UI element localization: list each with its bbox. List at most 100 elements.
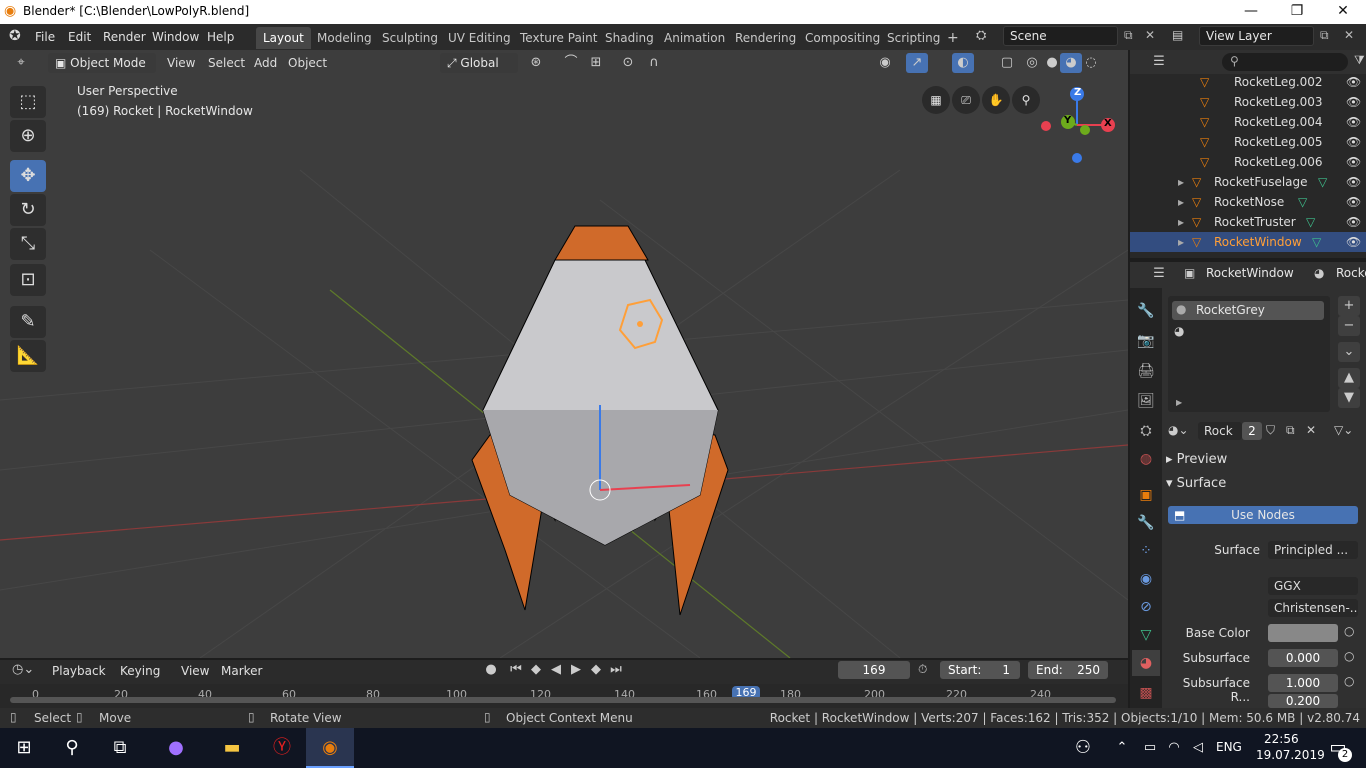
clock-date[interactable]: 19.07.2019 — [1256, 748, 1325, 762]
subsurface-method-dropdown[interactable]: Christensen-... — [1268, 599, 1358, 617]
outliner-item[interactable]: ▸ ▽ RocketFuselage ▽ 👁 — [1130, 172, 1366, 192]
user-count[interactable]: 2 — [1242, 422, 1262, 440]
eye-icon[interactable]: 👁 — [1346, 212, 1361, 232]
menu-select[interactable]: Select — [202, 53, 251, 73]
orientation-dropdown[interactable]: ⤢ Global — [440, 53, 518, 73]
eye-icon[interactable]: 👁 — [1346, 152, 1361, 172]
gizmo-toggle-icon[interactable]: ↗ — [906, 53, 928, 73]
3d-viewport[interactable]: Z X Y ⌖ ▣ Object Mode View Select Add Ob… — [0, 50, 1128, 658]
add-workspace-icon[interactable]: + — [940, 27, 966, 49]
close-button[interactable]: ✕ — [1320, 0, 1366, 24]
eye-icon[interactable]: 👁 — [1346, 172, 1361, 192]
blender-menu-icon[interactable]: ✪ — [9, 28, 21, 44]
record-icon[interactable]: ● — [480, 660, 502, 680]
file-explorer-icon[interactable]: ▬ — [208, 728, 256, 768]
show-hidden-icons[interactable]: ⌃ — [1110, 728, 1134, 768]
tab-rendering[interactable]: Rendering — [728, 27, 803, 49]
distribution-dropdown[interactable]: GGX — [1268, 577, 1358, 595]
annotate-tool-icon[interactable]: ✎ — [10, 306, 46, 338]
scene-field[interactable]: Scene — [1003, 26, 1118, 46]
maximize-button[interactable]: ❐ — [1274, 0, 1320, 24]
tab-modeling[interactable]: Modeling — [310, 27, 379, 49]
base-color-swatch[interactable] — [1268, 624, 1338, 642]
new-scene-icon[interactable]: ⧉ — [1124, 28, 1133, 43]
texture-tab-icon[interactable]: ▩ — [1132, 680, 1160, 706]
tab-shading[interactable]: Shading — [598, 27, 661, 49]
move-slot-down-icon[interactable]: ▼ — [1338, 388, 1360, 408]
zoom-view-icon[interactable]: ⚲ — [1012, 86, 1040, 114]
unlink-material-icon[interactable]: ✕ — [1306, 423, 1316, 437]
outliner-item[interactable]: ▸ ▽ RocketTruster ▽ 👁 — [1130, 212, 1366, 232]
current-frame-field[interactable]: 169 — [838, 661, 910, 679]
new-view-layer-icon[interactable]: ⧉ — [1320, 28, 1329, 43]
duplicate-material-icon[interactable]: ⧉ — [1286, 423, 1295, 438]
timeline-editor-icon[interactable]: ◷⌄ — [12, 660, 34, 680]
outliner-item[interactable]: ▽ RocketLeg.002 👁 — [1130, 72, 1366, 92]
outliner-item-selected[interactable]: ▸ ▽ RocketWindow ▽ 👁 — [1130, 232, 1366, 252]
fake-user-icon[interactable]: ⛉ — [1266, 423, 1275, 438]
scene-tab-icon[interactable]: ⛭ — [1132, 418, 1160, 444]
use-nodes-button[interactable]: ⬒ Use Nodes — [1168, 506, 1358, 524]
menu-object[interactable]: Object — [282, 53, 333, 73]
material-slot-list[interactable]: ● RocketGrey ◕ ▶ — [1168, 296, 1330, 412]
eye-icon[interactable]: 👁 — [1346, 92, 1361, 112]
volume-icon[interactable]: ◁ — [1186, 728, 1210, 768]
tab-scripting[interactable]: Scripting — [880, 27, 947, 49]
material-shading-icon[interactable]: ◕ — [1060, 53, 1082, 73]
yandex-browser-icon[interactable]: Ⓨ — [258, 728, 306, 768]
mode-dropdown[interactable]: ▣ Object Mode — [48, 53, 156, 73]
outliner-item[interactable]: ▽ RocketLeg.006 👁 — [1130, 152, 1366, 172]
notifications-icon[interactable]: ▭ — [1318, 728, 1358, 768]
start-frame-field[interactable]: Start: 1 — [940, 661, 1020, 679]
minimize-button[interactable]: — — [1228, 0, 1274, 24]
preview-range-icon[interactable]: ⏱ — [918, 662, 927, 677]
jump-end-icon[interactable]: ⏭ — [605, 660, 627, 680]
outliner-item[interactable]: ▽ RocketLeg.004 👁 — [1130, 112, 1366, 132]
world-tab-icon[interactable]: ◍ — [1132, 446, 1160, 472]
properties-editor-icon[interactable]: ☰ — [1148, 264, 1170, 284]
slot-specials-icon[interactable]: ⌄ — [1338, 342, 1360, 362]
prev-keyframe-icon[interactable]: ◆ — [525, 660, 547, 680]
link-mode-icon[interactable]: ▽⌄ — [1334, 423, 1353, 437]
play-icon[interactable]: ▶ — [565, 660, 587, 680]
tool-tab-icon[interactable]: 🔧 — [1132, 298, 1160, 324]
particles-tab-icon[interactable]: ⁘ — [1132, 538, 1160, 564]
base-color-socket-icon[interactable]: ○ — [1344, 624, 1354, 638]
material-tab-icon[interactable]: ◕ — [1132, 650, 1160, 676]
move-tool-icon[interactable]: ✥ — [10, 160, 46, 192]
wireframe-shading-icon[interactable]: ◎ — [1021, 53, 1043, 73]
tab-texture-paint[interactable]: Texture Paint — [513, 27, 604, 49]
filter-icon[interactable]: ⧩ — [1354, 53, 1365, 68]
remove-view-layer-icon[interactable]: ✕ — [1344, 28, 1354, 42]
visibility-icon[interactable]: ◉ — [874, 53, 896, 73]
overlay-toggle-icon[interactable]: ◐ — [952, 53, 974, 73]
view-layer-icon[interactable]: ▤ — [1172, 28, 1183, 42]
gizmo-z-label[interactable]: Z — [1074, 87, 1081, 98]
next-keyframe-icon[interactable]: ◆ — [585, 660, 607, 680]
eye-icon[interactable]: 👁 — [1346, 132, 1361, 152]
eye-icon[interactable]: 👁 — [1346, 232, 1361, 252]
play-reverse-icon[interactable]: ◀ — [545, 660, 567, 680]
preview-panel-header[interactable]: ▸ Preview — [1166, 452, 1227, 467]
material-name-field[interactable]: Rock — [1198, 422, 1242, 440]
subsurface-radius-socket-icon[interactable]: ○ — [1344, 674, 1354, 688]
eye-icon[interactable]: 👁 — [1346, 192, 1361, 212]
menu-render[interactable]: Render — [103, 28, 146, 46]
browse-material-icon[interactable]: ◕⌄ — [1168, 423, 1189, 437]
camera-view-icon[interactable]: ⎚ — [952, 86, 980, 114]
snap-icon[interactable]: ⌒ — [560, 53, 582, 73]
timeline-ruler[interactable]: 0 20 40 60 80 100 120 140 160 169 180 20… — [0, 684, 1128, 708]
mesh-data-icon[interactable]: ▽ — [1318, 172, 1327, 192]
output-tab-icon[interactable]: 🖨 — [1132, 358, 1160, 384]
menu-window[interactable]: Window — [152, 28, 199, 46]
outliner-item[interactable]: ▽ RocketLeg.003 👁 — [1130, 92, 1366, 112]
network-icon[interactable]: ◠ — [1162, 728, 1186, 768]
outliner-item[interactable]: ▽ RocketLeg.005 👁 — [1130, 132, 1366, 152]
outliner-item[interactable]: ▸ ▽ RocketNose ▽ 👁 — [1130, 192, 1366, 212]
move-slot-up-icon[interactable]: ▲ — [1338, 368, 1360, 388]
mesh-data-icon[interactable]: ▽ — [1298, 192, 1307, 212]
proportional-edit-icon[interactable]: ⊙ — [617, 53, 639, 73]
alice-assistant-icon[interactable]: ● — [152, 728, 200, 768]
menu-help[interactable]: Help — [207, 28, 234, 46]
outliner-editor-icon[interactable]: ☰ — [1148, 52, 1170, 72]
